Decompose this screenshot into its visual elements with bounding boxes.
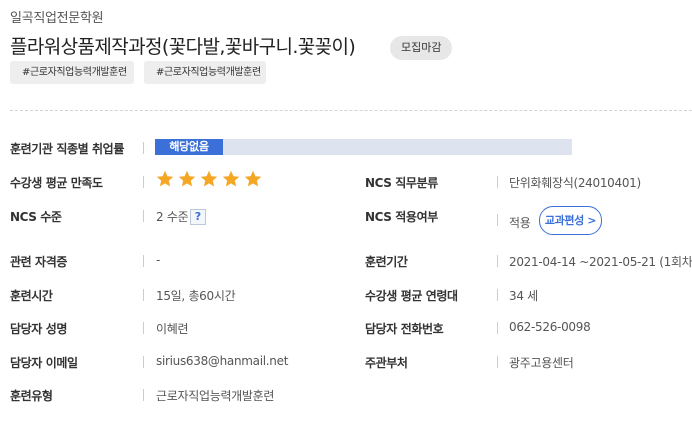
star-icon xyxy=(156,170,174,188)
certificate-label: 관련 자격증 xyxy=(10,255,67,269)
institute-name[interactable]: 일곡직업전문학원 xyxy=(10,7,104,26)
ncs-level-value: 2 수준 xyxy=(156,210,189,224)
employment-rate-label: 훈련기관 직종별 취업률 xyxy=(10,142,124,156)
manager-email-value: sirius638@hanmail.net xyxy=(156,354,289,368)
manager-name-value: 이혜련 xyxy=(156,322,189,336)
star-icon xyxy=(244,170,262,188)
ncs-category-label: NCS 직무분류 xyxy=(365,176,438,190)
column-separator xyxy=(497,356,498,368)
help-icon[interactable]: ? xyxy=(190,209,206,225)
column-separator xyxy=(143,389,144,401)
column-separator xyxy=(497,255,498,267)
column-separator xyxy=(497,289,498,301)
column-separator xyxy=(143,289,144,301)
star-icon xyxy=(178,170,196,188)
training-type-label: 훈련유형 xyxy=(10,389,53,403)
department-label: 주관부처 xyxy=(365,356,408,370)
training-hours-value: 15일, 총60시간 xyxy=(156,289,236,303)
manager-name-label: 담당자 성명 xyxy=(10,322,67,336)
employment-rate-bar: 해당없음 xyxy=(155,139,572,155)
column-separator xyxy=(143,210,144,222)
training-hours-label: 훈련시간 xyxy=(10,289,53,303)
manager-phone-value: 062-526-0098 xyxy=(509,320,591,334)
star-icon xyxy=(200,170,218,188)
curriculum-button[interactable]: 교과편성 > xyxy=(539,206,602,235)
department-value: 광주고용센터 xyxy=(509,356,574,370)
satisfaction-label: 수강생 평균 만족도 xyxy=(10,176,103,190)
course-detail-panel: 일곡직업전문학원 플라워상품제작과정(꽃다발,꽃바구니.꽃꽂이) 모집마감 #근… xyxy=(0,0,692,425)
satisfaction-stars xyxy=(156,170,266,190)
section-divider xyxy=(10,110,692,111)
employment-rate-value: 해당없음 xyxy=(155,139,223,155)
average-age-value: 34 세 xyxy=(509,289,538,303)
ncs-applied-label: NCS 적용여부 xyxy=(365,210,438,224)
ncs-applied-value: 적용 xyxy=(509,216,531,230)
ncs-category-value: 단위화훼장식(24010401) xyxy=(509,176,641,190)
average-age-label: 수강생 평균 연령대 xyxy=(365,289,458,303)
ncs-level-label: NCS 수준 xyxy=(10,210,62,224)
training-period-value: 2021-04-14 ~2021-05-21 (1회차) xyxy=(509,255,692,269)
column-separator xyxy=(143,356,144,368)
course-tag[interactable]: #근로자직업능력개발훈련 xyxy=(144,61,266,84)
column-separator xyxy=(497,322,498,334)
column-separator xyxy=(143,255,144,267)
column-separator xyxy=(497,176,498,188)
manager-phone-label: 담당자 전화번호 xyxy=(365,322,444,336)
manager-email-label: 담당자 이메일 xyxy=(10,356,78,370)
column-separator xyxy=(143,142,144,154)
course-tag[interactable]: #근로자직업능력개발훈련 xyxy=(10,61,134,84)
star-icon xyxy=(222,170,240,188)
training-type-value: 근로자직업능력개발훈련 xyxy=(156,389,275,403)
course-title: 플라워상품제작과정(꽃다발,꽃바구니.꽃꽂이) xyxy=(10,36,356,58)
training-period-label: 훈련기간 xyxy=(365,255,408,269)
certificate-value: - xyxy=(156,253,161,267)
column-separator xyxy=(143,322,144,334)
column-separator xyxy=(497,214,498,226)
column-separator xyxy=(143,176,144,188)
status-badge: 모집마감 xyxy=(390,36,453,60)
